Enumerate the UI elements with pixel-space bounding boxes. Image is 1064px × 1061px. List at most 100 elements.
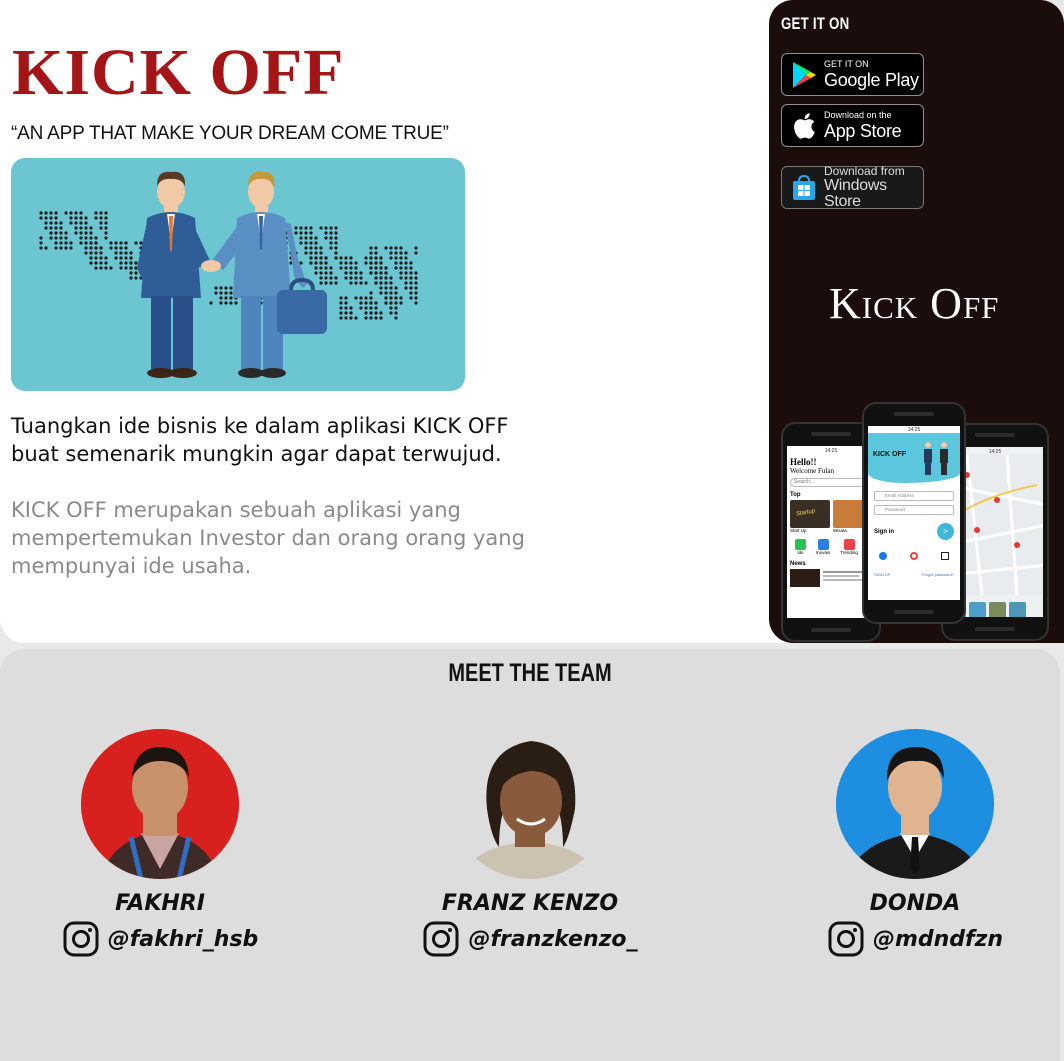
instagram-link[interactable]: @fakhri_hsb <box>0 920 320 958</box>
map-dot <box>104 216 108 220</box>
map-dot <box>379 266 383 270</box>
map-dot <box>99 216 103 220</box>
map-dot <box>344 271 348 275</box>
map-dot <box>329 231 333 235</box>
map-dot <box>344 256 348 260</box>
map-dot <box>384 301 388 305</box>
map-dot <box>59 226 63 230</box>
map-dot <box>374 251 378 255</box>
map-dot <box>49 221 53 225</box>
map-dot <box>54 246 58 250</box>
instagram-icon <box>828 921 864 957</box>
map-dot <box>304 226 308 230</box>
facebook-icon[interactable] <box>879 552 888 560</box>
map-dot <box>319 266 323 270</box>
map-dot <box>389 281 393 285</box>
map-dot <box>54 236 58 240</box>
map-dot <box>309 251 313 255</box>
map-dot <box>69 221 73 225</box>
map-dot <box>379 276 383 280</box>
map-dot <box>409 291 413 295</box>
map-dot <box>344 301 348 305</box>
card-startup-label: Start Up <box>790 528 807 533</box>
map-dot <box>324 271 328 275</box>
category-inovasi[interactable]: Inovasi <box>816 539 830 555</box>
google-play-button[interactable]: GET IT ON Google Play <box>781 53 924 96</box>
map-dot <box>129 266 133 270</box>
map-dot <box>369 316 373 320</box>
instagram-link[interactable]: @franzkenzo_ <box>370 920 690 958</box>
map-dot <box>364 311 368 315</box>
map-dot <box>394 306 398 310</box>
card-startup-image[interactable]: Startup <box>790 500 830 528</box>
map-dot <box>54 231 58 235</box>
map-dot <box>334 241 338 245</box>
avatar <box>81 729 239 879</box>
password-field[interactable]: Password <box>874 505 954 515</box>
map-dot <box>99 261 103 265</box>
apple-icon <box>790 112 818 140</box>
map-dot <box>124 246 128 250</box>
sign-in-arrow-button[interactable]: > <box>937 523 954 540</box>
map-dot <box>414 301 418 305</box>
map-dot <box>79 241 83 245</box>
map-dot <box>399 266 403 270</box>
map-dot <box>414 246 418 250</box>
category-ide[interactable]: Ide <box>795 539 806 555</box>
map-dot <box>369 266 373 270</box>
map-dot <box>344 261 348 265</box>
map-dot <box>89 256 93 260</box>
google-play-big: Google Play <box>824 70 919 90</box>
map-dot <box>399 261 403 265</box>
map-dot <box>409 266 413 270</box>
sign-up-link[interactable]: SIGN UP <box>874 572 890 577</box>
map-dot <box>384 296 388 300</box>
map-dot <box>314 241 318 245</box>
search-input[interactable]: Search... <box>790 478 872 487</box>
email-field[interactable]: Email Address <box>874 491 954 501</box>
map-dot <box>354 276 358 280</box>
category-trending[interactable]: Trending <box>840 539 858 555</box>
map-dot <box>354 296 358 300</box>
map-dot <box>64 241 68 245</box>
map-dot <box>119 251 123 255</box>
map-dot <box>304 246 308 250</box>
google-play-small: GET IT ON <box>824 59 869 69</box>
map-dot <box>389 276 393 280</box>
map-dot <box>79 221 83 225</box>
map-dot <box>309 226 313 230</box>
map-dot <box>104 231 108 235</box>
map-dot <box>39 241 43 245</box>
map-dot <box>39 216 43 220</box>
map-dot <box>219 286 223 290</box>
map-dot <box>44 221 48 225</box>
map-dot <box>359 296 363 300</box>
map-dot <box>324 226 328 230</box>
app-store-button[interactable]: Download on the App Store <box>781 104 924 147</box>
team-member-fakhri: FAKHRI @fakhri_hsb <box>0 729 320 958</box>
map-dot <box>299 231 303 235</box>
windows-store-button[interactable]: Download from Windows Store <box>781 165 924 210</box>
forgot-password-link[interactable]: Forgot password? <box>922 572 954 577</box>
map-dot <box>114 246 118 250</box>
map-dot <box>369 256 373 260</box>
map-dot <box>99 221 103 225</box>
map-dot <box>364 306 368 310</box>
map-dot <box>339 261 343 265</box>
map-dot <box>394 301 398 305</box>
google-icon[interactable] <box>909 552 918 560</box>
map-dot <box>89 231 93 235</box>
map-dot <box>319 276 323 280</box>
map-dot <box>89 226 93 230</box>
map-dot <box>59 236 63 240</box>
member-name: FRANZ KENZO <box>441 891 619 916</box>
map-dot <box>129 276 133 280</box>
sign-in-label: Sign in <box>874 528 894 535</box>
map-dot <box>84 226 88 230</box>
map-dot <box>414 271 418 275</box>
map-dot <box>374 301 378 305</box>
instagram-link[interactable]: @mdndfzn <box>755 920 1064 958</box>
apple-login-icon[interactable] <box>940 552 949 560</box>
team-heading: MEET THE TEAM <box>448 659 612 687</box>
map-dot <box>94 211 98 215</box>
